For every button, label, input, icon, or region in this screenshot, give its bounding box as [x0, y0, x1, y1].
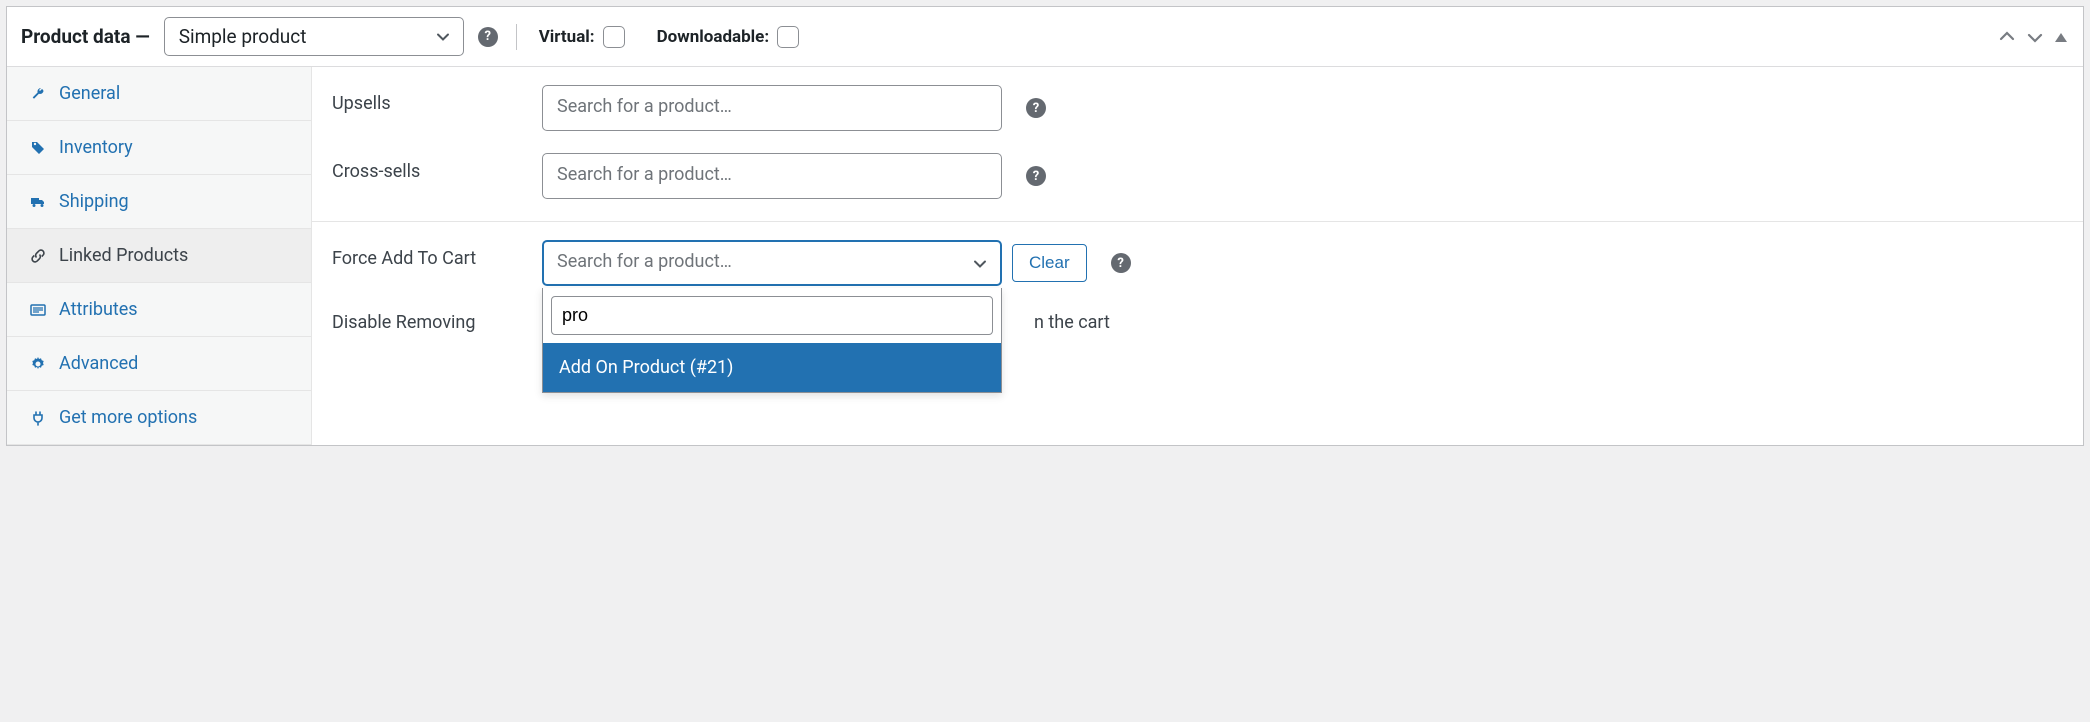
chevron-down-icon[interactable] [2025, 27, 2045, 47]
clear-button[interactable]: Clear [1012, 244, 1087, 282]
downloadable-checkbox[interactable] [777, 26, 799, 48]
virtual-checkbox-group: Virtual: [539, 26, 625, 48]
force-add-row: Force Add To Cart Search for a product… … [332, 240, 2063, 286]
force-add-result-option[interactable]: Add On Product (#21) [543, 343, 1001, 392]
chevron-down-icon [972, 256, 988, 272]
content: Upsells Search for a product… ? Cross-se… [312, 67, 2083, 445]
help-icon[interactable]: ? [1026, 98, 1046, 118]
upsells-row: Upsells Search for a product… ? [332, 85, 2063, 131]
tag-icon [29, 140, 47, 156]
product-data-panel: Product data — Simple product ? Virtual:… [6, 6, 2084, 446]
upsells-input[interactable]: Search for a product… [542, 85, 1002, 131]
cross-sells-placeholder: Search for a product… [557, 164, 732, 185]
sidebar-item-label: Shipping [59, 191, 129, 212]
panel-header: Product data — Simple product ? Virtual:… [7, 7, 2083, 67]
sidebar-item-label: Linked Products [59, 245, 188, 266]
force-add-dropdown: Add On Product (#21) [542, 288, 1002, 393]
sidebar-item-label: Advanced [59, 353, 138, 374]
upsells-label: Upsells [332, 85, 542, 114]
force-add-select[interactable]: Search for a product… [542, 240, 1002, 286]
sidebar-item-label: Get more options [59, 407, 197, 428]
virtual-label: Virtual: [539, 27, 595, 47]
disable-removing-label: Disable Removing [332, 304, 542, 333]
upsells-placeholder: Search for a product… [557, 96, 732, 117]
sidebar-item-getmore[interactable]: Get more options [7, 391, 311, 445]
panel-body: General Inventory Shipping Linked Products A… [7, 67, 2083, 445]
help-icon[interactable]: ? [478, 27, 498, 47]
sidebar-item-label: Inventory [59, 137, 133, 158]
chevron-down-icon [435, 29, 451, 45]
sidebar-item-advanced[interactable]: Advanced [7, 337, 311, 391]
sidebar: General Inventory Shipping Linked Products A… [7, 67, 312, 445]
virtual-checkbox[interactable] [603, 26, 625, 48]
divider [312, 221, 2083, 222]
cross-sells-label: Cross-sells [332, 153, 542, 182]
product-type-value: Simple product [179, 25, 307, 48]
list-icon [29, 302, 47, 318]
force-add-label: Force Add To Cart [332, 240, 542, 269]
link-icon [29, 248, 47, 264]
downloadable-label: Downloadable: [657, 27, 770, 47]
truck-icon [29, 194, 47, 210]
sidebar-item-shipping[interactable]: Shipping [7, 175, 311, 229]
collapse-triangle-icon[interactable] [2053, 29, 2069, 45]
force-add-field-wrap: Search for a product… Add On Product (#2… [542, 240, 1002, 286]
sidebar-item-inventory[interactable]: Inventory [7, 121, 311, 175]
chevron-up-icon[interactable] [1997, 27, 2017, 47]
downloadable-checkbox-group: Downloadable: [657, 26, 800, 48]
wrench-icon [29, 86, 47, 102]
panel-controls [1997, 27, 2069, 47]
gear-icon [29, 356, 47, 372]
separator [516, 24, 517, 50]
help-icon[interactable]: ? [1111, 253, 1131, 273]
sidebar-item-label: Attributes [59, 299, 138, 320]
force-add-placeholder: Search for a product… [557, 251, 732, 272]
sidebar-item-general[interactable]: General [7, 67, 311, 121]
disable-removing-trailing-text: n the cart [1034, 304, 1110, 333]
sidebar-item-linked[interactable]: Linked Products [7, 229, 311, 283]
help-icon[interactable]: ? [1026, 166, 1046, 186]
force-add-search-input[interactable] [551, 296, 993, 335]
product-type-select[interactable]: Simple product [164, 17, 464, 56]
cross-sells-row: Cross-sells Search for a product… ? [332, 153, 2063, 199]
panel-title: Product data — [21, 25, 150, 48]
sidebar-item-attributes[interactable]: Attributes [7, 283, 311, 337]
plug-icon [29, 410, 47, 426]
cross-sells-input[interactable]: Search for a product… [542, 153, 1002, 199]
sidebar-item-label: General [59, 83, 120, 104]
